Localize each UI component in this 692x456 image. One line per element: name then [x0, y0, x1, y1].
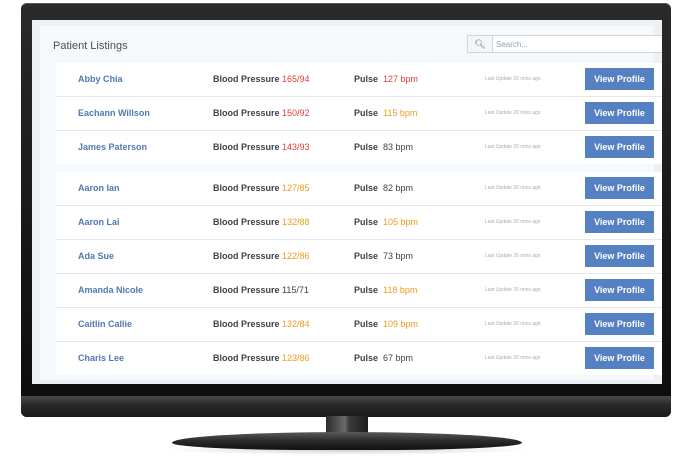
blood-pressure-value: 115/71: [282, 285, 309, 295]
patient-name[interactable]: Ada Sue: [78, 251, 114, 261]
patient-name[interactable]: Aaron Lai: [78, 217, 120, 227]
blood-pressure-value: 127/85: [282, 183, 310, 193]
blood-pressure-value: 132/84: [282, 319, 310, 329]
view-profile-button[interactable]: View Profile: [585, 313, 654, 335]
patient-row: Amanda Nicole Blood Pressure 115/71 Pulse 11…: [56, 274, 662, 308]
blood-pressure-value: 150/92: [282, 108, 310, 118]
patient-name[interactable]: Caitlin Callie: [78, 319, 132, 329]
pulse-value: 127 bpm: [383, 74, 419, 84]
last-update-text: Last Update 20 mins ago: [485, 219, 541, 225]
last-update-text: Last Update 20 mins ago: [485, 110, 541, 116]
blood-pressure-label: Blood Pressure: [213, 319, 280, 329]
search-icon[interactable]: 🔍︎: [468, 36, 493, 52]
patient-row: Abby Chia Blood Pressure 165/94 Pulse 127 bp…: [56, 63, 662, 97]
search-input[interactable]: [494, 36, 662, 52]
pulse-label: Pulse: [354, 251, 379, 261]
last-update-text: Last Update 20 mins ago: [485, 253, 541, 259]
pulse-label: Pulse: [354, 142, 379, 152]
pulse-label: Pulse: [354, 74, 379, 84]
patient-name[interactable]: Aaron Ian: [78, 183, 120, 193]
pulse-value: 115 bpm: [383, 108, 418, 118]
pulse-label: Pulse: [354, 353, 379, 363]
patient-name[interactable]: Charis Lee: [78, 353, 124, 363]
patient-listings-panel: Patient Listings 🔍︎ Abby Chia Blood Press…: [40, 26, 662, 380]
patient-group-critical: Abby Chia Blood Pressure 165/94 Pulse 127 bp…: [56, 63, 662, 164]
blood-pressure-value: 123/86: [282, 353, 310, 363]
monitor-chin: [21, 396, 671, 417]
view-profile-button[interactable]: View Profile: [585, 211, 654, 233]
patient-group-monitor: Aaron Ian Blood Pressure 127/85 Pulse 82 bpm…: [56, 172, 662, 375]
monitor-screen: Patient Listings 🔍︎ Abby Chia Blood Press…: [32, 20, 662, 384]
view-profile-button[interactable]: View Profile: [585, 245, 654, 267]
last-update-text: Last Update 20 mins ago: [485, 185, 541, 191]
blood-pressure-label: Blood Pressure: [213, 142, 280, 152]
monitor-stand-base: [172, 432, 522, 450]
view-profile-button[interactable]: View Profile: [585, 136, 654, 158]
pulse-value: 83 bpm: [383, 142, 414, 152]
view-profile-button[interactable]: View Profile: [585, 347, 654, 369]
last-update-text: Last Update 20 mins ago: [485, 76, 541, 82]
blood-pressure-value: 132/88: [282, 217, 310, 227]
view-profile-button[interactable]: View Profile: [585, 279, 654, 301]
view-profile-button[interactable]: View Profile: [585, 68, 654, 90]
blood-pressure-label: Blood Pressure: [213, 108, 280, 118]
last-update-text: Last Update 20 mins ago: [485, 287, 541, 293]
pulse-value: 105 bpm: [383, 217, 419, 227]
pulse-value: 82 bpm: [383, 183, 414, 193]
patient-row: Charis Lee Blood Pressure 123/86 Pulse 67 bp…: [56, 342, 662, 375]
blood-pressure-label: Blood Pressure: [213, 217, 280, 227]
pulse-value: 67 bpm: [383, 353, 414, 363]
patient-row: Aaron Lai Blood Pressure 132/88 Pulse 105 bp…: [56, 206, 662, 240]
pulse-value: 109 bpm: [383, 319, 419, 329]
blood-pressure-label: Blood Pressure: [213, 251, 280, 261]
pulse-value: 118 bpm: [383, 285, 418, 295]
patient-row: Ada Sue Blood Pressure 122/86 Pulse 73 bpm La…: [56, 240, 662, 274]
pulse-label: Pulse: [354, 285, 379, 295]
page-title: Patient Listings: [53, 40, 128, 52]
patient-name[interactable]: Abby Chia: [78, 74, 123, 84]
last-update-text: Last Update 20 mins ago: [485, 321, 541, 327]
blood-pressure-label: Blood Pressure: [213, 285, 280, 295]
patient-row: Eachann Willson Blood Pressure 150/92 Pulse…: [56, 97, 662, 131]
patient-name[interactable]: James Paterson: [78, 142, 147, 152]
patient-name[interactable]: Amanda Nicole: [78, 285, 143, 295]
patient-name[interactable]: Eachann Willson: [78, 108, 150, 118]
last-update-text: Last Update 20 mins ago: [485, 144, 541, 150]
blood-pressure-value: 122/86: [282, 251, 310, 261]
view-profile-button[interactable]: View Profile: [585, 102, 654, 124]
blood-pressure-value: 143/93: [282, 142, 310, 152]
last-update-text: Last Update 20 mins ago: [485, 355, 541, 361]
search-box: 🔍︎: [467, 35, 662, 53]
pulse-label: Pulse: [354, 108, 379, 118]
blood-pressure-label: Blood Pressure: [213, 74, 280, 84]
pulse-label: Pulse: [354, 217, 379, 227]
pulse-label: Pulse: [354, 319, 379, 329]
view-profile-button[interactable]: View Profile: [585, 177, 654, 199]
patient-row: Aaron Ian Blood Pressure 127/85 Pulse 82 bpm…: [56, 172, 662, 206]
blood-pressure-label: Blood Pressure: [213, 183, 280, 193]
pulse-value: 73 bpm: [383, 251, 414, 261]
blood-pressure-label: Blood Pressure: [213, 353, 280, 363]
pulse-label: Pulse: [354, 183, 379, 193]
patient-row: Caitlin Callie Blood Pressure 132/84 Pulse 1…: [56, 308, 662, 342]
patient-row: James Paterson Blood Pressure 143/93 Pulse 8…: [56, 131, 662, 164]
blood-pressure-value: 165/94: [282, 74, 310, 84]
